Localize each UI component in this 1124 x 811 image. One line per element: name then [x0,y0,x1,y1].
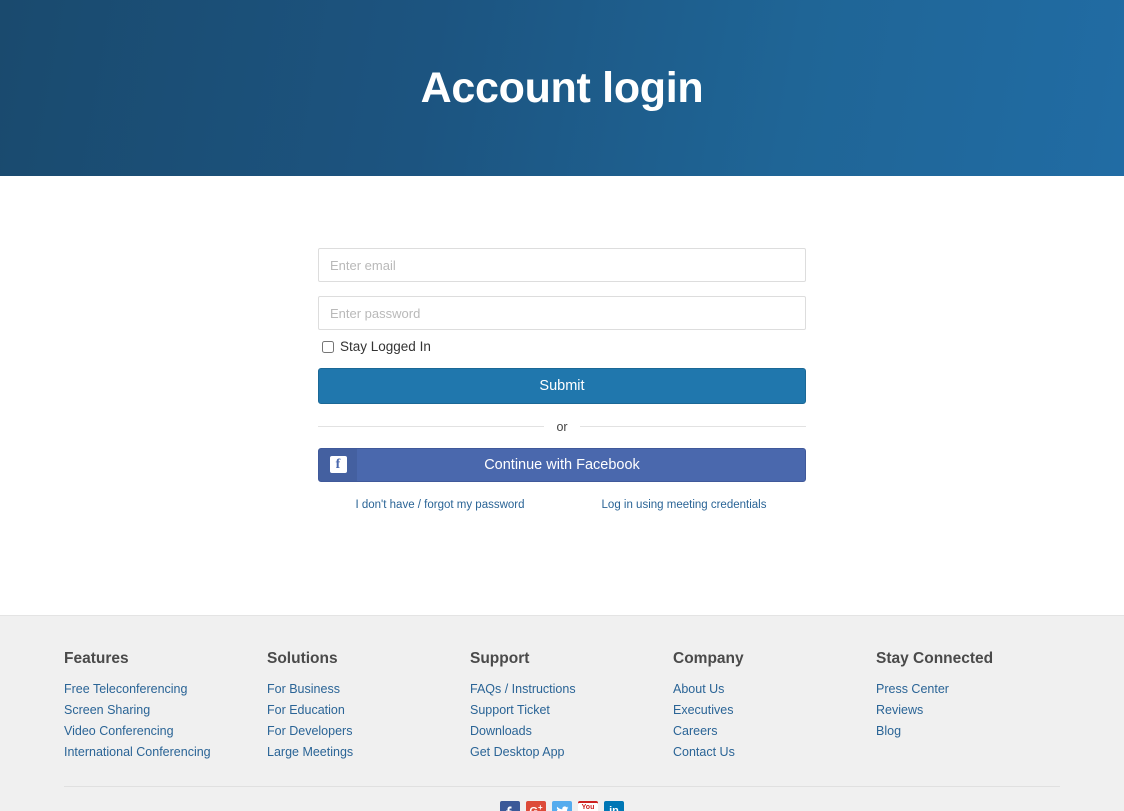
footer-column-title: Company [673,650,744,667]
footer-link[interactable]: For Business [267,682,340,696]
footer-link-list: Free Teleconferencing Screen Sharing Video… [64,680,267,761]
list-item: Reviews [876,701,1056,719]
footer-link[interactable]: FAQs / Instructions [470,682,576,696]
footer-link[interactable]: Press Center [876,682,949,696]
or-divider: or [318,420,806,434]
list-item: For Developers [267,722,470,740]
list-item: Blog [876,722,1056,740]
footer-columns: Features Free Teleconferencing Screen Shar… [64,650,1060,764]
footer-link[interactable]: For Developers [267,724,352,738]
footer-link[interactable]: Large Meetings [267,745,353,759]
continue-with-facebook-button[interactable]: f Continue with Facebook [318,447,806,482]
footer-column-solutions: Solutions For Business For Education For De… [267,650,470,764]
footer-link[interactable]: Support Ticket [470,703,550,717]
footer-column-title: Support [470,650,530,667]
footer-link-list: FAQs / Instructions Support Ticket Downloa… [470,680,673,761]
stay-logged-in-row[interactable]: Stay Logged In [318,340,806,354]
footer-column-features: Features Free Teleconferencing Screen Shar… [64,650,267,764]
list-item: FAQs / Instructions [470,680,673,698]
login-page: Account login Stay Logged In Submit or f… [0,0,1124,811]
footer-link[interactable]: Executives [673,703,733,717]
stay-logged-in-checkbox[interactable] [322,340,334,353]
forgot-password-link[interactable]: I don't have / forgot my password [355,499,524,511]
footer-column-title: Features [64,650,129,667]
footer-divider [64,786,1060,787]
main-content: Stay Logged In Submit or f Continue with… [0,176,1124,615]
footer-link-list: About Us Executives Careers Contact Us [673,680,876,761]
divider-line-right [579,426,806,427]
stay-logged-in-label[interactable]: Stay Logged In [340,340,431,354]
footer-link[interactable]: Screen Sharing [64,703,150,717]
meeting-credentials-link[interactable]: Log in using meeting credentials [602,499,767,511]
facebook-button-label: Continue with Facebook [484,456,640,473]
facebook-icon[interactable] [500,801,520,811]
footer-link[interactable]: Blog [876,724,901,738]
page-title: Account login [420,63,704,112]
list-item: Get Desktop App [470,743,673,761]
footer-link[interactable]: Contact Us [673,745,735,759]
footer-link[interactable]: Careers [673,724,717,738]
list-item: Support Ticket [470,701,673,719]
list-item: Screen Sharing [64,701,267,719]
form-helper-links: I don't have / forgot my password Log in… [318,499,806,511]
footer-column-support: Support FAQs / Instructions Support Ticket… [470,650,673,764]
or-label: or [556,419,568,434]
list-item: Careers [673,722,876,740]
footer-link[interactable]: Get Desktop App [470,745,565,759]
login-form: Stay Logged In Submit or f Continue with… [318,248,806,511]
social-links: G+ YouTube in [0,801,1124,811]
footer-link[interactable]: Video Conferencing [64,724,174,738]
list-item: Video Conferencing [64,722,267,740]
list-item: Contact Us [673,743,876,761]
footer-link[interactable]: For Education [267,703,345,717]
list-item: About Us [673,680,876,698]
password-input[interactable] [318,296,806,330]
footer-column-title: Solutions [267,650,338,667]
twitter-icon[interactable] [552,801,572,811]
list-item: For Business [267,680,470,698]
list-item: Large Meetings [267,743,470,761]
email-input[interactable] [318,248,806,282]
footer-column-stay-connected: Stay Connected Press Center Reviews Blog [876,650,1056,764]
site-footer: Features Free Teleconferencing Screen Shar… [0,615,1124,811]
footer-column-company: Company About Us Executives Careers Contact … [673,650,876,764]
divider-line-left [318,426,545,427]
google-plus-icon[interactable]: G+ [526,801,546,811]
facebook-icon: f [319,448,357,481]
submit-button[interactable]: Submit [318,367,806,404]
footer-link[interactable]: Downloads [470,724,532,738]
footer-link-list: Press Center Reviews Blog [876,680,1056,740]
list-item: Executives [673,701,876,719]
footer-column-title: Stay Connected [876,650,994,667]
list-item: For Education [267,701,470,719]
linkedin-icon[interactable]: in [604,801,624,811]
list-item: Press Center [876,680,1056,698]
footer-link[interactable]: Free Teleconferencing [64,682,187,696]
page-hero-banner: Account login [0,0,1124,176]
footer-link[interactable]: Reviews [876,703,923,717]
footer-link[interactable]: International Conferencing [64,745,211,759]
footer-link[interactable]: About Us [673,682,724,696]
list-item: International Conferencing [64,743,267,761]
youtube-icon[interactable]: YouTube [577,801,599,811]
footer-link-list: For Business For Education For Developers L… [267,680,470,761]
list-item: Downloads [470,722,673,740]
list-item: Free Teleconferencing [64,680,267,698]
